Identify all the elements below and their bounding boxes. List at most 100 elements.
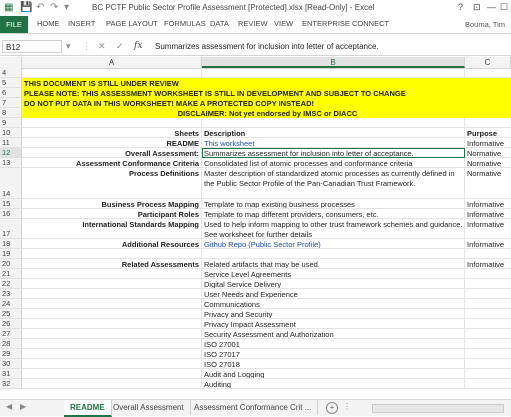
cell-description[interactable]: ISO 27001 bbox=[202, 339, 465, 349]
next-sheet-icon[interactable]: ▶ bbox=[20, 402, 26, 411]
cell-sheet-name[interactable]: Additional Resources bbox=[22, 239, 202, 249]
cell-sheet-name[interactable]: Related Assessments bbox=[22, 259, 202, 269]
cell-purpose[interactable] bbox=[465, 339, 511, 349]
enter-icon[interactable]: ✓ bbox=[116, 41, 124, 52]
formula-input[interactable]: Summarizes assessment for inclusion into… bbox=[155, 42, 379, 51]
cell-purpose[interactable]: Informative bbox=[465, 138, 511, 148]
row-number[interactable]: 4 bbox=[0, 68, 22, 78]
cell-purpose[interactable] bbox=[465, 249, 511, 259]
cell-description[interactable]: Template to map existing business proces… bbox=[202, 199, 465, 209]
cell-description[interactable]: Digital Service Delivery bbox=[202, 279, 465, 289]
insert-function-icon[interactable]: fx bbox=[134, 41, 142, 51]
cell-sheet-name[interactable] bbox=[22, 299, 202, 309]
row-number[interactable]: 11 bbox=[0, 138, 22, 148]
row-number[interactable]: 32 bbox=[0, 379, 22, 389]
row-number[interactable]: 15 bbox=[0, 199, 22, 209]
cell-sheet-name[interactable] bbox=[22, 279, 202, 289]
row-number[interactable]: 10 bbox=[0, 128, 22, 138]
ribbon-display-icon[interactable]: ⊡ bbox=[473, 2, 481, 13]
cell-sheet-name[interactable]: Participant Roles bbox=[22, 209, 202, 219]
cell-description[interactable]: This worksheet bbox=[202, 138, 465, 148]
cell-description[interactable]: Service Level Agreements bbox=[202, 269, 465, 279]
sheet-tab-assessment-conformance[interactable]: Assessment Conformance Crit ... bbox=[188, 400, 319, 415]
cell-description[interactable]: ISO 27017 bbox=[202, 349, 465, 359]
cell-description[interactable]: Security Assessment and Authorization bbox=[202, 329, 465, 339]
tab-formulas[interactable]: FORMULAS bbox=[164, 19, 206, 28]
cell-description[interactable] bbox=[202, 68, 465, 78]
row-number[interactable]: 5 bbox=[0, 78, 22, 88]
cell-purpose[interactable]: Informative bbox=[465, 209, 511, 219]
tab-file[interactable]: FILE bbox=[0, 16, 28, 33]
cell-purpose[interactable]: Purpose bbox=[465, 128, 511, 138]
row-number[interactable]: 24 bbox=[0, 299, 22, 309]
chevron-down-icon[interactable]: ▾ bbox=[66, 41, 71, 52]
cell-purpose[interactable] bbox=[465, 319, 511, 329]
undo-icon[interactable]: ↶ bbox=[36, 2, 44, 13]
row-number[interactable]: 29 bbox=[0, 349, 22, 359]
cell-purpose[interactable] bbox=[465, 309, 511, 319]
cell-description[interactable]: Template to map different providers, con… bbox=[202, 209, 465, 219]
cell-sheet-name[interactable] bbox=[22, 379, 202, 389]
cell-description[interactable]: Privacy and Security bbox=[202, 309, 465, 319]
row-number[interactable]: 8 bbox=[0, 108, 22, 118]
tab-enterprise-connect[interactable]: ENTERPRISE CONNECT bbox=[302, 19, 389, 28]
active-cell[interactable]: Summarizes assessment for inclusion into… bbox=[202, 148, 465, 158]
row-number[interactable]: 18 bbox=[0, 239, 22, 249]
cell-description[interactable]: Used to help inform mapping to other tru… bbox=[202, 219, 465, 239]
cell-description[interactable]: Audit and Logging bbox=[202, 369, 465, 379]
name-box[interactable]: B12 bbox=[2, 40, 62, 53]
tab-review[interactable]: REVIEW bbox=[238, 19, 268, 28]
cell-purpose[interactable] bbox=[465, 269, 511, 279]
add-sheet-button[interactable]: + bbox=[326, 402, 338, 414]
more-sheets-icon[interactable]: ⋮ bbox=[343, 402, 351, 411]
cell-sheet-name[interactable] bbox=[22, 68, 202, 78]
row-number[interactable]: 14 bbox=[0, 168, 22, 199]
prev-sheet-icon[interactable]: ◀ bbox=[6, 402, 12, 411]
cell-purpose[interactable] bbox=[465, 329, 511, 339]
github-repo-link[interactable]: Github Repo (Public Sector Profile) bbox=[204, 240, 321, 248]
cell-purpose[interactable]: Normative bbox=[465, 168, 511, 199]
restore-button[interactable]: ☐ bbox=[500, 2, 508, 13]
customize-toolbar-icon[interactable]: ▾ bbox=[64, 2, 69, 13]
cell-sheet-name[interactable] bbox=[22, 369, 202, 379]
row-number[interactable]: 22 bbox=[0, 279, 22, 289]
redo-icon[interactable]: ↷ bbox=[50, 2, 58, 13]
row-number[interactable]: 16 bbox=[0, 209, 22, 219]
cell-description[interactable]: Consolidated list of atomic processes an… bbox=[202, 158, 465, 168]
cell-description[interactable] bbox=[202, 118, 465, 128]
cell-purpose[interactable]: Normative bbox=[465, 148, 511, 158]
cell-purpose[interactable] bbox=[465, 279, 511, 289]
minimize-button[interactable]: — bbox=[487, 2, 496, 12]
tab-view[interactable]: VIEW bbox=[274, 19, 293, 28]
warning-banner-cell[interactable]: DO NOT PUT DATA IN THIS WORKSHEET! MAKE … bbox=[22, 98, 511, 108]
this-worksheet-link[interactable]: This worksheet bbox=[204, 139, 254, 147]
cell-purpose[interactable]: Informative bbox=[465, 239, 511, 249]
tab-page-layout[interactable]: PAGE LAYOUT bbox=[106, 19, 158, 28]
horizontal-scrollbar[interactable] bbox=[372, 404, 504, 413]
select-all-corner[interactable] bbox=[0, 57, 22, 68]
warning-banner-cell[interactable]: PLEASE NOTE: THIS ASSESSMENT WORKSHEET I… bbox=[22, 88, 511, 98]
column-header-b[interactable]: B bbox=[202, 57, 465, 68]
cell-purpose[interactable] bbox=[465, 379, 511, 389]
row-number[interactable]: 28 bbox=[0, 339, 22, 349]
cancel-icon[interactable]: ✕ bbox=[98, 41, 106, 52]
row-number[interactable]: 13 bbox=[0, 158, 22, 168]
tab-home[interactable]: HOME bbox=[37, 19, 60, 28]
cell-description[interactable] bbox=[202, 249, 465, 259]
row-number[interactable]: 26 bbox=[0, 319, 22, 329]
cell-description[interactable]: Related artifacts that may be used. bbox=[202, 259, 465, 269]
warning-banner-cell[interactable]: THIS DOCUMENT IS STILL UNDER REVIEW bbox=[22, 78, 511, 88]
cell-sheet-name[interactable]: Business Process Mapping bbox=[22, 199, 202, 209]
cell-sheet-name[interactable] bbox=[22, 319, 202, 329]
cell-sheet-name[interactable] bbox=[22, 309, 202, 319]
cell-sheet-name[interactable]: Overall Assessment: bbox=[22, 148, 202, 158]
cell-purpose[interactable] bbox=[465, 68, 511, 78]
row-number[interactable]: 12 bbox=[0, 148, 22, 158]
cell-sheet-name[interactable] bbox=[22, 339, 202, 349]
sheet-tab-overall-assessment[interactable]: Overall Assessment bbox=[107, 400, 191, 415]
row-number[interactable]: 20 bbox=[0, 259, 22, 269]
row-number[interactable]: 31 bbox=[0, 369, 22, 379]
column-header-c[interactable]: C bbox=[465, 57, 511, 68]
row-number[interactable]: 19 bbox=[0, 249, 22, 259]
row-number[interactable]: 21 bbox=[0, 269, 22, 279]
